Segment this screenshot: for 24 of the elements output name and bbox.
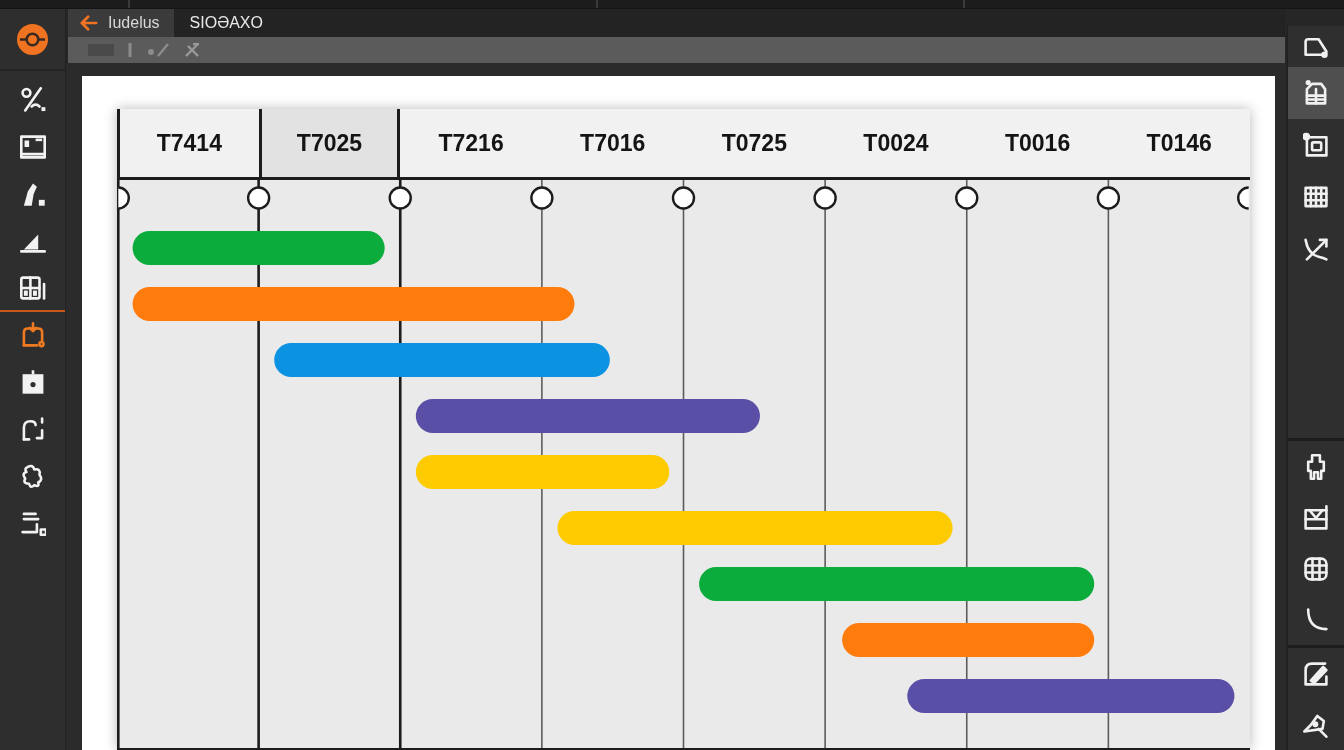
layout-icon	[19, 274, 46, 301]
cabinet-icon	[1303, 80, 1329, 106]
tab[interactable]: Iudelus	[68, 9, 174, 37]
column-header: T0725	[720, 128, 788, 158]
envelope-icon	[1303, 504, 1329, 531]
column-header: T0146	[1145, 128, 1213, 158]
column-header: T0024	[862, 128, 930, 158]
tab[interactable]: SIOƏAXO	[173, 9, 279, 37]
percent-icon	[19, 86, 46, 113]
tool-button[interactable]	[1288, 67, 1344, 119]
edit-icon	[1303, 660, 1329, 687]
cross-icon	[184, 43, 200, 57]
logo-icon	[17, 23, 48, 55]
grid-icon	[1303, 555, 1329, 582]
mesh-icon	[1303, 184, 1329, 210]
inset-square-icon	[1303, 132, 1329, 158]
column-header: T7016	[579, 128, 647, 158]
column-header: T7216	[437, 128, 505, 158]
column-header: T0016	[1003, 128, 1072, 158]
window-icon	[19, 133, 46, 160]
back-arrow-icon	[80, 14, 98, 32]
column-header: T7025	[258, 109, 401, 177]
slash-icon	[146, 43, 170, 57]
bezier-icon	[1303, 236, 1329, 262]
